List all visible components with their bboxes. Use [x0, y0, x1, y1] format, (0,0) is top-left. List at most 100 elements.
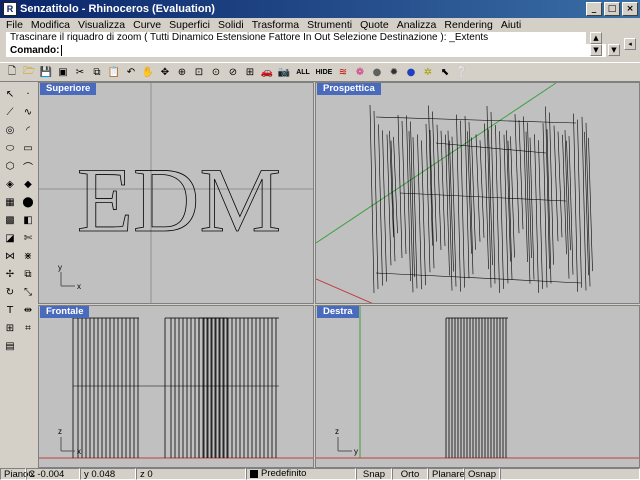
status-spacer: [500, 468, 640, 480]
command-history: Trascinare il riquadro di zoom ( Tutti D…: [6, 32, 586, 44]
wire-line: [573, 113, 578, 292]
axis-label-x: x: [77, 447, 81, 456]
split-icon[interactable]: ⋇: [20, 248, 36, 264]
command-input[interactable]: [61, 45, 582, 56]
polyline-icon[interactable]: ⟋: [2, 104, 18, 120]
orto-toggle[interactable]: Orto: [392, 468, 428, 480]
snap-toggle[interactable]: Snap: [356, 468, 392, 480]
new-icon[interactable]: 🗋: [4, 64, 20, 80]
history-scroll-down-icon[interactable]: ▼: [590, 44, 602, 56]
blue-sphere-icon[interactable]: ●: [403, 64, 419, 80]
ribbon-icon[interactable]: ≋: [335, 64, 351, 80]
viewport-label-perspective[interactable]: Prospettica: [317, 83, 381, 95]
planare-toggle[interactable]: Planare: [428, 468, 465, 480]
viewport-label-top[interactable]: Superiore: [40, 83, 97, 95]
surface-icon[interactable]: ◈: [2, 176, 18, 192]
zoom-window-icon[interactable]: ⊡: [191, 64, 207, 80]
pan-hand-icon[interactable]: ✋: [140, 64, 156, 80]
render-icon[interactable]: ✹: [386, 64, 402, 80]
viewport-top[interactable]: EDM x y Superiore: [38, 82, 314, 304]
command-line: Comando:: [6, 44, 606, 57]
osnap-toggle[interactable]: Osnap: [464, 468, 500, 480]
camera-icon[interactable]: 📷: [276, 64, 292, 80]
menu-superfici[interactable]: Superfici: [165, 19, 214, 31]
zoom-extents-icon[interactable]: ⊙: [208, 64, 224, 80]
rotate-view-icon[interactable]: ✥: [157, 64, 173, 80]
cut-icon[interactable]: ✂: [72, 64, 88, 80]
surface-edit-icon[interactable]: ◆: [20, 176, 36, 192]
menu-visualizza[interactable]: Visualizza: [74, 19, 129, 31]
dimension-icon[interactable]: ⇹: [20, 302, 36, 318]
text-icon[interactable]: T: [2, 302, 18, 318]
solid-box-icon[interactable]: ▦: [2, 194, 18, 210]
arc-icon[interactable]: ◜: [20, 122, 36, 138]
scale-icon[interactable]: ⤡: [20, 284, 36, 300]
viewport-perspective[interactable]: Prospettica: [315, 82, 640, 304]
open-icon[interactable]: 🗁: [21, 64, 37, 80]
cplane-icon[interactable]: ⌗: [20, 320, 36, 336]
layer-icon[interactable]: ▤: [2, 338, 18, 354]
ellipse-icon[interactable]: ⬭: [2, 140, 18, 156]
menu-analizza[interactable]: Analizza: [393, 19, 441, 31]
viewport-front[interactable]: z x Frontale: [38, 305, 314, 468]
undo-icon[interactable]: ↶: [123, 64, 139, 80]
perspective-view-canvas: [316, 83, 593, 303]
zoom-icon[interactable]: ⊕: [174, 64, 190, 80]
menu-quote[interactable]: Quote: [356, 19, 393, 31]
rhino-app-icon[interactable]: R: [3, 2, 17, 16]
menu-modifica[interactable]: Modifica: [27, 19, 74, 31]
close-button[interactable]: ×: [622, 2, 638, 16]
wire-line: [514, 114, 520, 234]
rectangle-icon[interactable]: ▭: [20, 140, 36, 156]
zoom-selected-icon[interactable]: ⊘: [225, 64, 241, 80]
move-icon[interactable]: ✢: [2, 266, 18, 282]
save-as-icon[interactable]: ▣: [55, 64, 71, 80]
circle-icon[interactable]: ◎: [2, 122, 18, 138]
four-views-icon[interactable]: ⊞: [242, 64, 258, 80]
copy-object-icon[interactable]: ⧉: [20, 266, 36, 282]
maximize-button[interactable]: □: [604, 2, 620, 16]
menu-solidi[interactable]: Solidi: [214, 19, 248, 31]
cursor-icon[interactable]: ⬉: [437, 64, 453, 80]
help-icon[interactable]: ❔: [454, 64, 470, 80]
menu-strumenti[interactable]: Strumenti: [303, 19, 356, 31]
select-arrow-icon[interactable]: ↖: [2, 86, 18, 102]
menu-rendering[interactable]: Rendering: [440, 19, 496, 31]
boolean-icon[interactable]: ◧: [20, 212, 36, 228]
hide-icon[interactable]: HIDE: [314, 64, 334, 80]
copy-icon[interactable]: ⧉: [89, 64, 105, 80]
menu-aiuti[interactable]: Aiuti: [497, 19, 525, 31]
sphere-shaded-icon[interactable]: ●: [369, 64, 385, 80]
menu-trasforma[interactable]: Trasforma: [248, 19, 303, 31]
save-icon[interactable]: 💾: [38, 64, 54, 80]
wire-line: [369, 104, 375, 294]
trim-icon[interactable]: ✄: [20, 230, 36, 246]
minimize-button[interactable]: _: [586, 2, 602, 16]
color-wheel-icon[interactable]: ❁: [352, 64, 368, 80]
command-options-icon[interactable]: ◂: [624, 38, 636, 50]
point-icon[interactable]: ·: [20, 86, 36, 102]
polygon-icon[interactable]: ⬡: [2, 158, 18, 174]
viewport-label-front[interactable]: Frontale: [40, 306, 90, 318]
mesh-icon[interactable]: ▩: [2, 212, 18, 228]
show-all-icon[interactable]: ALL: [293, 64, 313, 80]
freeform-icon[interactable]: ⌒: [20, 158, 36, 174]
join-icon[interactable]: ⋈: [2, 248, 18, 264]
grid-snap-icon[interactable]: ⊞: [2, 320, 18, 336]
command-dropdown-icon[interactable]: ▼: [608, 44, 620, 56]
viewport-right[interactable]: z y Destra: [315, 305, 640, 468]
menu-bar: File Modifica Visualizza Curve Superfici…: [0, 18, 640, 32]
rotate-icon[interactable]: ↻: [2, 284, 18, 300]
lamp-icon[interactable]: ◪: [2, 230, 18, 246]
paste-icon[interactable]: 📋: [106, 64, 122, 80]
history-scroll-up-icon[interactable]: ▲: [590, 32, 602, 44]
lightbulb-icon[interactable]: ✲: [420, 64, 436, 80]
menu-curve[interactable]: Curve: [129, 19, 165, 31]
solid-sphere-icon[interactable]: ⬤: [20, 194, 36, 210]
curve-icon[interactable]: ∿: [20, 104, 36, 120]
layer-status[interactable]: Predefinito: [246, 468, 356, 480]
menu-file[interactable]: File: [2, 19, 27, 31]
wire-line: [553, 125, 559, 242]
car-icon[interactable]: 🚗: [259, 64, 275, 80]
viewport-label-right[interactable]: Destra: [317, 306, 359, 318]
